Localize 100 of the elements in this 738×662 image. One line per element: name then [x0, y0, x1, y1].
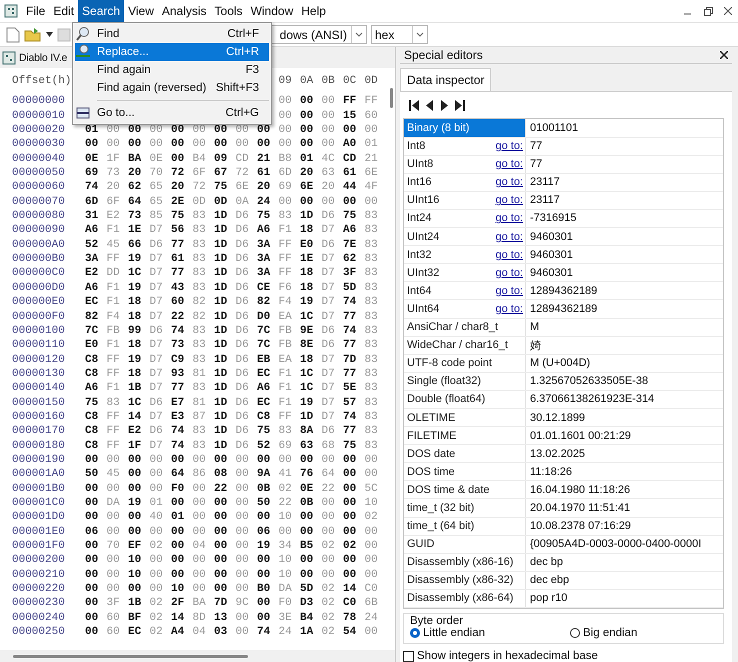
field-value[interactable]: 婍 [526, 336, 723, 354]
hex-byte: 00 [128, 482, 142, 496]
menu-entry[interactable]: Replace... Ctrl+R [75, 43, 269, 61]
field-value[interactable]: 13.02.2025 [526, 445, 723, 462]
field-name-cell[interactable]: time_t (32 bit) [404, 499, 526, 517]
hex-byte: 00 [171, 137, 186, 152]
panel-tab[interactable]: Data inspector [400, 68, 492, 92]
scrollbar-thumb[interactable] [390, 88, 392, 108]
hex-byte: 00 [257, 596, 272, 611]
document-tab[interactable]: Diablo IV.e [19, 52, 68, 64]
radio-button[interactable] [410, 628, 420, 638]
field-value[interactable]: 01.01.1601 00:21:29 [526, 427, 723, 444]
field-value[interactable]: dec ebp [526, 572, 723, 589]
checkbox-label[interactable]: Show integers in hexadecimal base [417, 650, 598, 662]
hex-byte: 60 [171, 295, 186, 310]
hex-byte: D6 [236, 438, 250, 453]
goto-link[interactable]: go to: [495, 302, 523, 315]
menu-item[interactable]: View [124, 0, 158, 22]
field-value[interactable]: dec bp [526, 554, 723, 571]
hex-byte: 75 [343, 209, 358, 224]
goto-link[interactable]: go to: [495, 266, 523, 279]
radio-button[interactable] [570, 628, 580, 638]
hex-byte: 83 [364, 266, 379, 281]
field-value[interactable]: 01001101 [526, 119, 723, 137]
menu-entry[interactable]: Find again (reversed) Shift+F3 [75, 79, 269, 97]
field-value[interactable]: 23117 [526, 192, 723, 209]
hex-byte: FF [106, 366, 121, 382]
hex-byte: 60 [364, 108, 379, 124]
field-value[interactable]: 12894362189 [526, 282, 723, 300]
goto-link[interactable]: go to: [495, 230, 523, 243]
goto-link[interactable]: go to: [495, 212, 523, 224]
hex-byte: 83 [192, 381, 207, 396]
menu-item[interactable]: Analysis [158, 0, 211, 22]
field-value[interactable]: pop r10 [526, 590, 723, 607]
menu-entry[interactable]: Find again F3 [75, 61, 269, 79]
menu-item[interactable]: Search [78, 0, 124, 22]
hex-byte: 00 [214, 524, 228, 539]
goto-link[interactable]: go to: [495, 194, 523, 206]
base-select[interactable]: hex [371, 25, 428, 44]
goto-link[interactable]: go to: [495, 176, 523, 188]
goto-icon [75, 105, 91, 121]
field-value[interactable]: 10.08.2378 07:16:29 [526, 518, 723, 535]
hex-byte: 72 [236, 166, 250, 180]
field-value[interactable]: -7316915 [526, 210, 723, 228]
menu-item[interactable]: Edit [49, 0, 78, 22]
menu-item[interactable]: Window [246, 0, 298, 22]
field-value[interactable]: {00905A4D-0003-0000-0400-0000I [526, 536, 723, 553]
row-offset: 00000190 [12, 452, 66, 468]
field-value[interactable]: 23117 [526, 174, 723, 191]
scrollbar-thumb[interactable] [13, 654, 248, 658]
hex-byte: 00 [322, 452, 336, 468]
row-offset: 00000080 [12, 209, 66, 224]
hex-byte: A6 [257, 381, 272, 396]
hex-byte: 08 [214, 467, 228, 482]
hex-byte: FF [343, 94, 358, 109]
goto-link[interactable]: go to: [495, 158, 523, 170]
menu-item[interactable]: Help [297, 0, 330, 22]
field-name-cell[interactable]: WideChar / char16_t [404, 336, 526, 354]
field-value[interactable]: 12894362189 [526, 300, 723, 318]
hex-byte: 1D [214, 352, 228, 367]
field-value[interactable]: 20.04.1970 11:51:41 [526, 499, 723, 517]
goto-link[interactable]: go to: [495, 140, 523, 152]
hex-byte: 83 [364, 209, 379, 224]
menu-entry[interactable]: Go to... Ctrl+G [75, 104, 269, 122]
first-icon [409, 100, 420, 111]
hex-byte: 00 [257, 123, 272, 138]
field-value[interactable]: 11:18:26 [526, 463, 723, 480]
field-value[interactable]: 16.04.1980 11:18:26 [526, 481, 723, 498]
checkbox[interactable] [403, 650, 414, 662]
row-offset: 00000000 [12, 94, 66, 109]
field-value[interactable]: 6.37066138261923E-314 [526, 390, 723, 408]
field-value[interactable]: 30.12.1899 [526, 408, 723, 426]
panel-title: Special editors [404, 48, 483, 62]
restore-icon[interactable] [704, 6, 712, 16]
hex-byte: 56 [171, 223, 186, 238]
field-value[interactable]: 9460301 [526, 246, 723, 264]
close-icon[interactable] [724, 7, 732, 15]
goto-link[interactable]: go to: [495, 284, 523, 297]
hex-byte: F1 [278, 396, 293, 410]
field-name-cell[interactable]: Binary (8 bit) [404, 119, 526, 137]
radio-label[interactable]: Little endian [423, 627, 486, 639]
row-offset: 00000210 [12, 568, 66, 582]
menu-item[interactable]: File [22, 0, 50, 22]
field-name-cell[interactable]: time_t (64 bit) [404, 518, 526, 535]
field-value[interactable]: 77 [526, 156, 723, 173]
hex-byte: 00 [106, 568, 121, 582]
hex-byte: D7 [322, 410, 336, 424]
goto-link[interactable]: go to: [495, 248, 523, 261]
field-value[interactable]: M (U+004D) [526, 354, 723, 372]
field-name-cell[interactable]: AnsiChar / char8_t [404, 318, 526, 336]
field-value[interactable]: 77 [526, 138, 723, 155]
row-offset: 00000120 [12, 352, 66, 367]
radio-label[interactable]: Big endian [583, 627, 638, 639]
hex-byte: 77 [171, 266, 186, 281]
hex-byte: 18 [128, 366, 142, 382]
field-value[interactable]: 9460301 [526, 264, 723, 282]
field-value[interactable]: 1.32567052633505E-38 [526, 372, 723, 390]
field-value[interactable]: 9460301 [526, 228, 723, 246]
menu-item[interactable]: Tools [210, 0, 247, 22]
field-value[interactable]: M [526, 318, 723, 336]
